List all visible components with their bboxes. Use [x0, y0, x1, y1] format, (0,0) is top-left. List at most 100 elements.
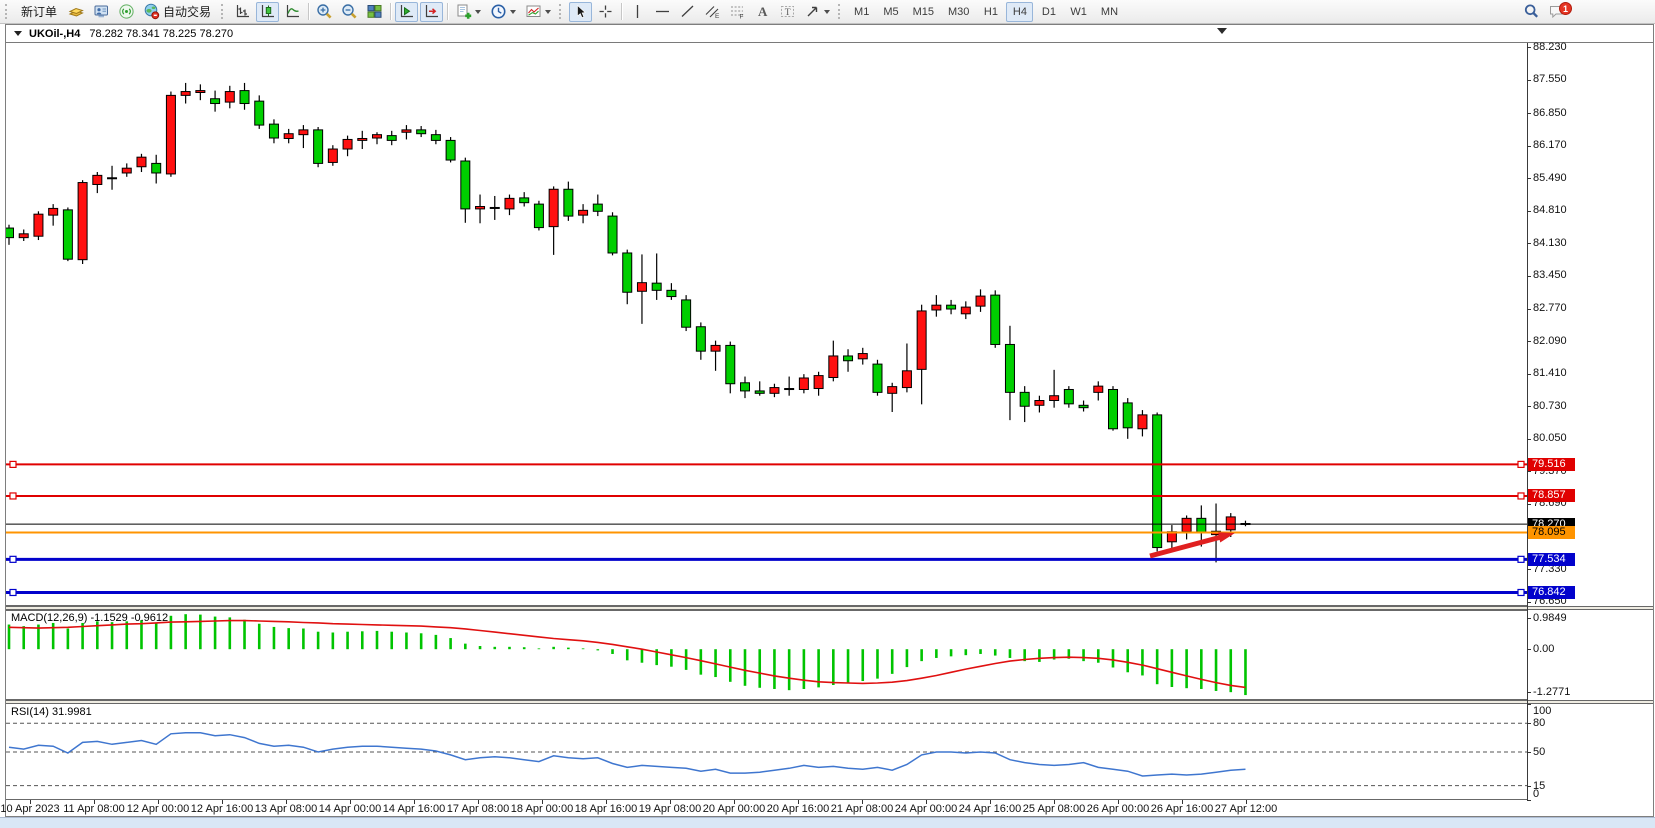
- dropdown-caret-icon[interactable]: [475, 10, 481, 14]
- chat-button[interactable]: 1: [1545, 2, 1568, 22]
- resistance-line-2-handle[interactable]: [10, 493, 16, 499]
- cursor-button[interactable]: [569, 2, 592, 22]
- indicators-button[interactable]: [452, 2, 485, 22]
- channel-button[interactable]: E: [701, 2, 724, 22]
- shapes-icon: [804, 3, 821, 20]
- time-axis-tick: [542, 800, 543, 804]
- data-window-button[interactable]: [90, 2, 113, 22]
- bar-chart-button[interactable]: [231, 2, 254, 22]
- metaeditor-button[interactable]: [65, 2, 88, 22]
- chart-symbol-period: UKOil-,H4: [29, 28, 80, 40]
- auto-scroll-button[interactable]: [395, 2, 418, 22]
- macd-pane[interactable]: [6, 610, 1527, 700]
- support-line-1-handle[interactable]: [1518, 556, 1524, 562]
- label-button[interactable]: T: [776, 2, 799, 22]
- chart-shift-button[interactable]: [420, 2, 443, 22]
- tf-d1-button[interactable]: D1: [1035, 2, 1062, 22]
- time-axis-tick: [94, 800, 95, 804]
- price-axis-label: 82.090: [1533, 335, 1567, 347]
- price-axis-label: 83.450: [1533, 269, 1567, 281]
- hline-button[interactable]: [651, 2, 674, 22]
- line-chart-button[interactable]: [281, 2, 304, 22]
- vline-button[interactable]: [626, 2, 649, 22]
- shapes-button[interactable]: [801, 2, 834, 22]
- price-axis-tick: [1527, 211, 1531, 212]
- horizontal-lines[interactable]: [6, 461, 1527, 595]
- candle-chart-button[interactable]: [256, 2, 279, 22]
- trendline-button[interactable]: [676, 2, 699, 22]
- hline-icon: [654, 3, 671, 20]
- annotation-arrow[interactable]: [1150, 532, 1235, 556]
- tf-h1-button[interactable]: H1: [977, 2, 1004, 22]
- time-axis-tick: [350, 800, 351, 804]
- tf-w1-button[interactable]: W1: [1064, 2, 1093, 22]
- resistance-line-1-price-tag: 79.516: [1528, 458, 1575, 471]
- time-axis-label: 12 Apr 00:00: [127, 803, 189, 815]
- tf-m15-button[interactable]: M15: [907, 2, 940, 22]
- svg-text:F: F: [740, 14, 744, 21]
- tf-m1-button[interactable]: M1: [848, 2, 875, 22]
- main-chart-pane[interactable]: [6, 43, 1527, 606]
- time-axis-label: 20 Apr 16:00: [767, 803, 829, 815]
- text-button[interactable]: A: [751, 2, 774, 22]
- tf-h4-button[interactable]: H4: [1006, 2, 1033, 22]
- support-line-2-price-tag: 76.842: [1528, 586, 1575, 599]
- price-axis-tick: [1527, 341, 1531, 342]
- text-icon: A: [754, 3, 771, 20]
- search-button[interactable]: [1520, 2, 1543, 22]
- zoom-out-button[interactable]: [338, 2, 361, 22]
- time-axis[interactable]: 10 Apr 202311 Apr 08:0012 Apr 00:0012 Ap…: [6, 800, 1653, 816]
- price-axis-label: 86.850: [1533, 107, 1567, 119]
- signals-button[interactable]: [115, 2, 138, 22]
- fibo-button[interactable]: F: [726, 2, 749, 22]
- price-axis-label: 87.550: [1533, 73, 1567, 85]
- zoom-in-button[interactable]: [313, 2, 336, 22]
- price-axis-tick: [1527, 113, 1531, 114]
- periods-icon: [490, 3, 507, 20]
- tf-mn-button[interactable]: MN: [1095, 2, 1124, 22]
- price-axis-tick: [1527, 146, 1531, 147]
- time-axis-label: 26 Apr 00:00: [1087, 803, 1149, 815]
- trendline-icon: [679, 3, 696, 20]
- dropdown-caret-icon[interactable]: [510, 10, 516, 14]
- autotrading-button[interactable]: 自动交易: [140, 2, 217, 22]
- resistance-line-1-handle[interactable]: [1518, 461, 1524, 467]
- rsi-pane[interactable]: [6, 704, 1527, 800]
- macd-scale-tick: [1527, 618, 1531, 619]
- price-axis-label: 86.170: [1533, 139, 1567, 151]
- one-click-trading-toggle-icon[interactable]: [14, 31, 22, 36]
- price-axis-tick: [1527, 178, 1531, 179]
- time-axis-tick: [414, 800, 415, 804]
- dropdown-caret-icon[interactable]: [545, 10, 551, 14]
- bar-chart-icon: [234, 3, 251, 20]
- templates-button[interactable]: [522, 2, 555, 22]
- toolbar-grip: [838, 4, 843, 19]
- support-line-1-handle[interactable]: [10, 556, 16, 562]
- resistance-line-1-handle[interactable]: [10, 461, 16, 467]
- support-line-2-handle[interactable]: [1518, 589, 1524, 595]
- support-line-2-handle[interactable]: [10, 589, 16, 595]
- macd-scale-label: 0.00: [1533, 643, 1554, 655]
- resistance-line-2-handle[interactable]: [1518, 493, 1524, 499]
- price-axis-tick: [1527, 309, 1531, 310]
- macd-scale-label: 0.9849: [1533, 612, 1567, 624]
- notification-badge: 1: [1559, 2, 1572, 15]
- new-order-button[interactable]: 新订单: [15, 2, 63, 22]
- tf-h1-button-label: H1: [984, 6, 998, 18]
- dropdown-caret-icon[interactable]: [824, 10, 830, 14]
- tile-windows-button[interactable]: [363, 2, 386, 22]
- tf-m5-button[interactable]: M5: [877, 2, 904, 22]
- periods-button[interactable]: [487, 2, 520, 22]
- svg-text:T: T: [785, 8, 791, 18]
- price-axis-tick: [1527, 276, 1531, 277]
- cursor-icon: [572, 3, 589, 20]
- time-axis-tick: [1054, 800, 1055, 804]
- tf-m30-button[interactable]: M30: [942, 2, 975, 22]
- chart-shift-marker-icon[interactable]: [1217, 28, 1227, 34]
- time-axis-label: 11 Apr 08:00: [63, 803, 125, 815]
- globe-stop-icon: [143, 3, 160, 20]
- auto-scroll-icon: [398, 3, 415, 20]
- time-axis-label: 26 Apr 16:00: [1151, 803, 1213, 815]
- crosshair-button[interactable]: [594, 2, 617, 22]
- tf-h4-button-label: H4: [1013, 6, 1027, 18]
